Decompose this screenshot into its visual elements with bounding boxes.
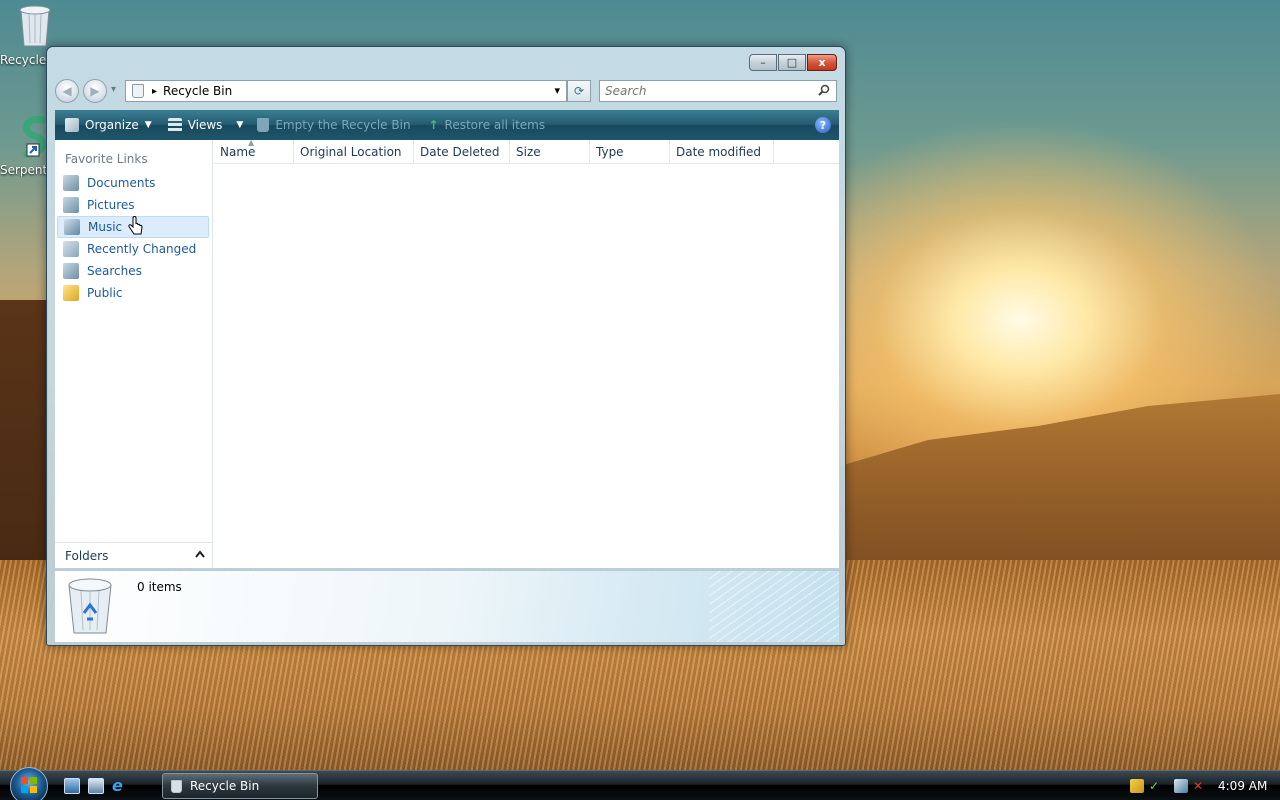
command-bar: Organize ▼ Views ▼ Empty the Recycle Bin… bbox=[55, 110, 839, 140]
network-icon[interactable] bbox=[1174, 779, 1188, 793]
organize-icon bbox=[65, 118, 79, 132]
documents-icon bbox=[63, 175, 79, 191]
chevron-down-icon: ▼ bbox=[144, 120, 152, 130]
empty-recycle-bin-button[interactable]: Empty the Recycle Bin bbox=[257, 110, 411, 140]
column-header-label: Name bbox=[220, 145, 256, 159]
address-text[interactable]: Recycle Bin bbox=[163, 84, 232, 98]
search-box[interactable] bbox=[599, 80, 837, 102]
search-icon[interactable] bbox=[818, 84, 830, 99]
taskbar: e Recycle Bin ✓ ✕ 4:09 AM bbox=[0, 767, 1280, 800]
favorite-link-label: Music bbox=[88, 220, 123, 234]
breadcrumb-separator-icon[interactable]: ▸ bbox=[152, 86, 157, 97]
column-header-date-modified[interactable]: Date modified bbox=[670, 140, 774, 164]
favorite-link-recently-changed[interactable]: Recently Changed bbox=[57, 238, 209, 260]
recycle-bin-small-icon bbox=[171, 779, 182, 793]
taskbar-button-recycle-bin[interactable]: Recycle Bin bbox=[162, 773, 318, 799]
favorite-link-documents[interactable]: Documents bbox=[57, 172, 209, 194]
favorite-link-label: Recently Changed bbox=[87, 242, 197, 256]
views-icon bbox=[167, 118, 182, 132]
column-header-size[interactable]: Size bbox=[510, 140, 590, 164]
hand-cursor-icon bbox=[128, 215, 144, 239]
favorite-link-pictures[interactable]: Pictures bbox=[57, 194, 209, 216]
column-header-label: Date modified bbox=[676, 145, 762, 159]
help-icon[interactable]: ? bbox=[815, 117, 831, 133]
caption-buttons: – □ x bbox=[748, 54, 837, 71]
show-desktop-icon[interactable] bbox=[64, 778, 80, 794]
refresh-button[interactable]: ⟳ bbox=[567, 80, 591, 102]
restore-icon: ↑ bbox=[428, 118, 439, 132]
search-input[interactable] bbox=[600, 84, 818, 98]
favorite-link-label: Public bbox=[87, 286, 123, 300]
start-button[interactable] bbox=[10, 767, 48, 800]
public-folder-icon bbox=[63, 285, 79, 301]
recycle-bin-window: – □ x ◀ ▶ ▾ ▸ Recycle Bin ▾ ⟳ Organize ▼ bbox=[46, 46, 846, 646]
favorite-link-music[interactable]: Music bbox=[57, 215, 209, 239]
favorite-links-title: Favorite Links bbox=[65, 152, 148, 166]
sort-indicator-icon: ▲ bbox=[248, 138, 255, 147]
column-header-type[interactable]: Type bbox=[590, 140, 670, 164]
taskbar-button-label: Recycle Bin bbox=[190, 779, 260, 793]
recent-pages-dropdown-icon[interactable]: ▾ bbox=[111, 84, 116, 95]
navigation-pane: Favorite Links Documents Pictures Music bbox=[55, 140, 213, 568]
searches-icon bbox=[63, 263, 79, 279]
chevron-down-icon: ▼ bbox=[236, 120, 244, 130]
recycle-bin-large-icon bbox=[65, 575, 115, 640]
pictures-icon bbox=[63, 197, 79, 213]
forward-button[interactable]: ▶ bbox=[83, 79, 107, 103]
column-header-label: Type bbox=[596, 145, 624, 159]
details-pane-decoration bbox=[709, 571, 839, 642]
favorite-links-list: Documents Pictures Music Recently Change… bbox=[57, 172, 209, 304]
clock[interactable]: 4:09 AM bbox=[1218, 779, 1267, 793]
desktop-icon-label: Recycle Bin bbox=[0, 53, 46, 67]
column-header-label: Size bbox=[516, 145, 541, 159]
address-bar[interactable]: ▸ Recycle Bin ▾ bbox=[125, 80, 567, 102]
column-header-name[interactable]: ▲ Name bbox=[214, 138, 294, 164]
address-dropdown-icon[interactable]: ▾ bbox=[554, 84, 560, 97]
organize-label: Organize bbox=[85, 118, 139, 132]
system-tray: ✓ ✕ 4:09 AM bbox=[1130, 771, 1280, 800]
column-header-original-location[interactable]: Original Location bbox=[294, 140, 414, 164]
minimize-button[interactable]: – bbox=[749, 54, 777, 71]
navigation-bar: ◀ ▶ ▾ ▸ Recycle Bin ▾ ⟳ bbox=[55, 79, 839, 103]
item-count: 0 items bbox=[137, 580, 182, 594]
favorite-link-label: Documents bbox=[87, 176, 156, 190]
content-area: Favorite Links Documents Pictures Music bbox=[55, 138, 839, 568]
recycle-bin-icon bbox=[0, 2, 70, 51]
restore-all-label: Restore all items bbox=[444, 118, 546, 132]
volume-muted-icon[interactable]: ✕ bbox=[1193, 779, 1207, 793]
column-headers: ▲ Name Original Location Date Deleted Si… bbox=[214, 138, 839, 164]
recently-changed-icon bbox=[63, 241, 79, 257]
back-button[interactable]: ◀ bbox=[55, 79, 79, 103]
column-header-label: Original Location bbox=[300, 145, 402, 159]
chevron-up-icon bbox=[195, 548, 205, 561]
details-pane: 0 items bbox=[55, 570, 839, 642]
views-label: Views bbox=[187, 118, 223, 132]
column-header-date-deleted[interactable]: Date Deleted bbox=[414, 140, 510, 164]
favorite-link-label: Pictures bbox=[87, 198, 135, 212]
desktop-icon-label: Serpent bbox=[0, 163, 46, 177]
recycle-bin-small-icon bbox=[132, 84, 144, 98]
organize-button[interactable]: Organize ▼ bbox=[65, 110, 152, 140]
empty-bin-icon bbox=[257, 118, 270, 132]
file-list-pane[interactable]: ▲ Name Original Location Date Deleted Si… bbox=[214, 138, 839, 568]
security-shield-icon[interactable] bbox=[1130, 779, 1144, 793]
switch-windows-icon[interactable] bbox=[88, 778, 104, 794]
maximize-button[interactable]: □ bbox=[778, 54, 806, 71]
column-header-label: Date Deleted bbox=[420, 145, 500, 159]
folders-label: Folders bbox=[65, 548, 109, 563]
music-icon bbox=[64, 219, 80, 235]
views-button[interactable]: Views ▼ bbox=[167, 110, 244, 140]
windows-logo-icon bbox=[20, 776, 38, 797]
favorite-link-public[interactable]: Public bbox=[57, 282, 209, 304]
close-button[interactable]: x bbox=[807, 54, 837, 71]
restore-all-items-button[interactable]: ↑ Restore all items bbox=[429, 110, 546, 140]
internet-explorer-icon[interactable]: e bbox=[112, 778, 128, 794]
checkmark-icon[interactable]: ✓ bbox=[1149, 779, 1163, 793]
favorite-link-label: Searches bbox=[87, 264, 142, 278]
folders-toggle[interactable]: Folders bbox=[55, 542, 213, 568]
empty-bin-label: Empty the Recycle Bin bbox=[275, 118, 411, 132]
favorite-link-searches[interactable]: Searches bbox=[57, 260, 209, 282]
